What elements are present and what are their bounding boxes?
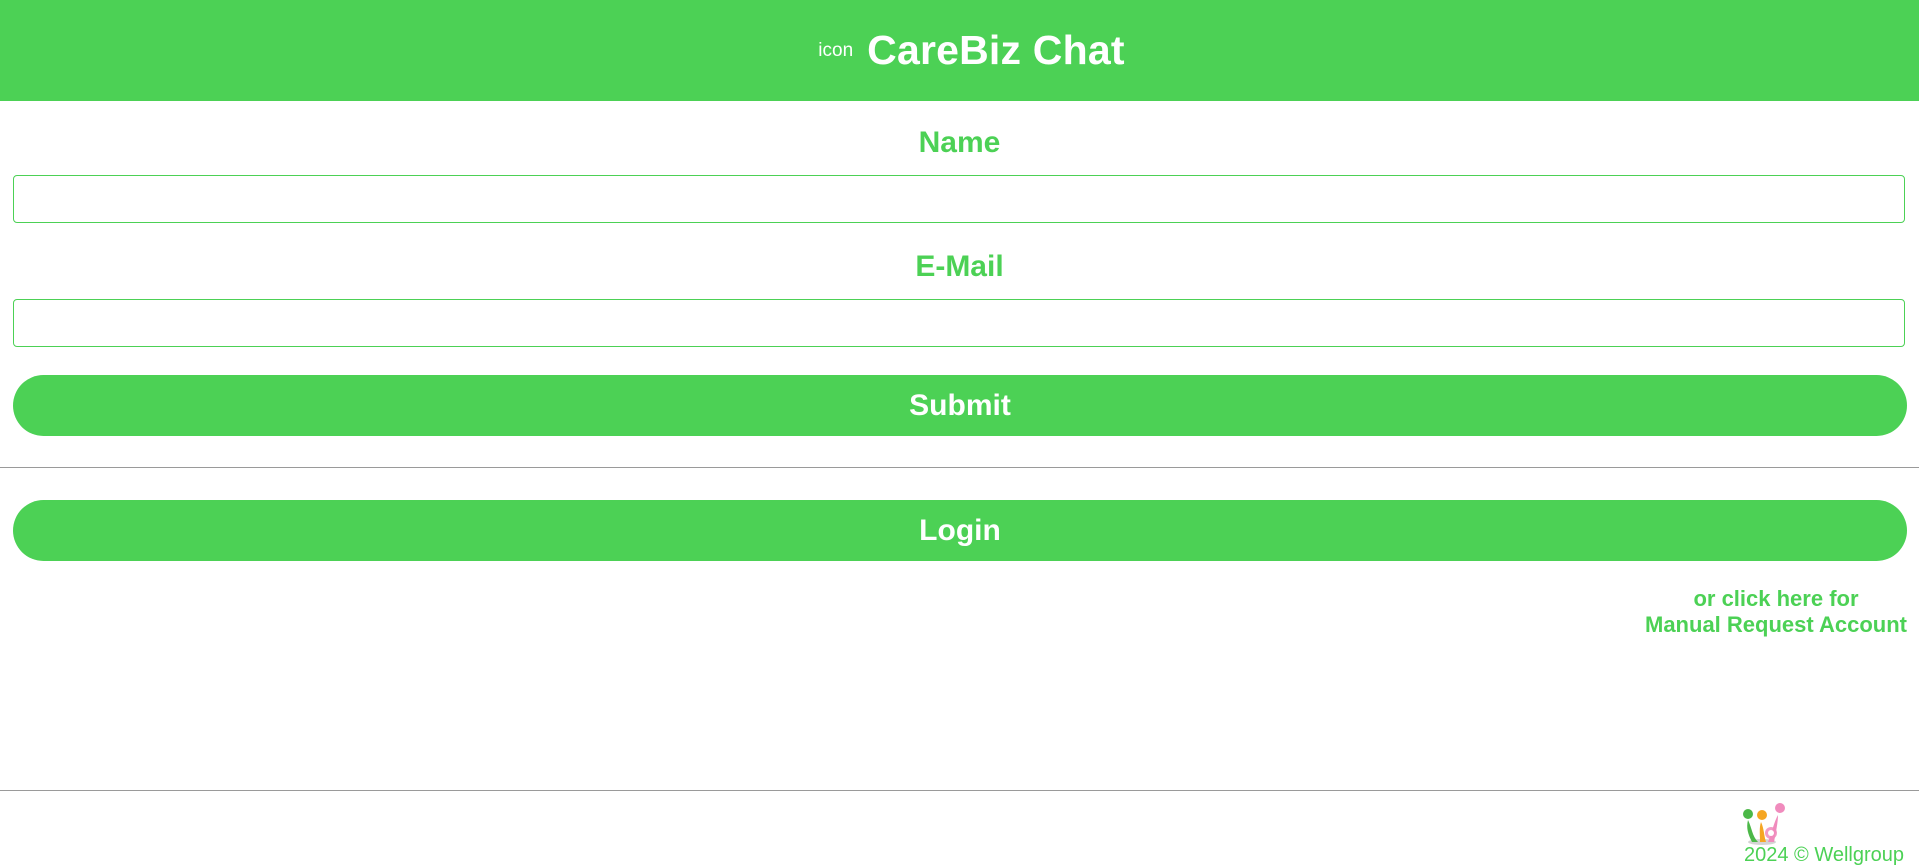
- email-label: E-Mail: [915, 250, 1004, 283]
- footer-copyright: 2024 © Wellgroup: [1744, 844, 1905, 866]
- name-label: Name: [918, 126, 1001, 159]
- app-logo-icon: icon: [818, 39, 854, 61]
- divider-bottom: [0, 790, 1919, 791]
- submit-button[interactable]: Submit: [13, 375, 1907, 436]
- name-input[interactable]: [13, 175, 1905, 223]
- email-input[interactable]: [13, 299, 1905, 347]
- header-brand: icon CareBiz Chat: [818, 27, 1124, 74]
- manual-request-line1: or click here for: [1693, 586, 1859, 611]
- app-title: CareBiz Chat: [867, 27, 1125, 73]
- wellgroup-logo-icon: [1743, 803, 1785, 845]
- manual-request-line2: Manual Request Account: [1645, 612, 1907, 637]
- login-button[interactable]: Login: [13, 500, 1907, 561]
- app-header: icon CareBiz Chat: [0, 0, 1919, 101]
- divider-top: [0, 467, 1919, 468]
- manual-request-link[interactable]: or click here for Manual Request Account: [1645, 586, 1907, 638]
